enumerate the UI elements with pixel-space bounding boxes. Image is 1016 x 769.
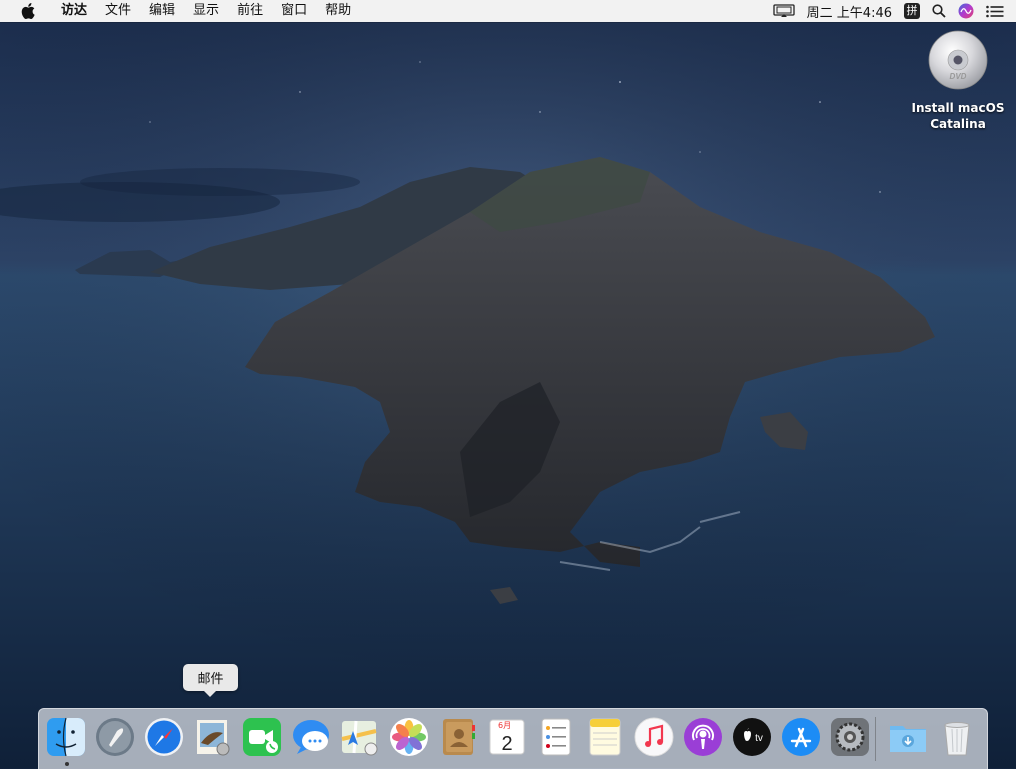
desktop-icon-install-macos[interactable]: DVD Install macOS Catalina [910,30,1006,132]
apple-logo-icon[interactable] [18,0,38,22]
finder-icon[interactable] [46,717,86,757]
menu-file[interactable]: 文件 [96,0,140,22]
messages-icon[interactable] [291,717,331,757]
system-preferences-icon[interactable] [830,717,870,757]
disc-label: DVD [950,72,967,81]
podcasts-icon[interactable] [683,717,723,757]
magnifier-icon[interactable] [932,4,946,18]
facetime-icon[interactable] [242,717,282,757]
desktop-icon-label: Install macOS Catalina [911,101,1005,131]
calendar-month: 6月 [498,721,511,730]
trash-icon[interactable] [937,717,977,757]
maps-icon[interactable] [340,717,380,757]
calendar-icon[interactable]: 6月 2 [487,717,527,757]
menu-finder[interactable]: 访达 [52,0,96,22]
apple-tv-icon[interactable]: tv [732,717,772,757]
photos-icon[interactable] [389,717,429,757]
catalina-wallpaper [0,22,1016,768]
input-method-badge[interactable]: 拼 [904,3,920,19]
music-icon[interactable] [634,717,674,757]
dock-tooltip: 邮件 [183,664,238,697]
contacts-icon[interactable] [438,717,478,757]
menu-edit[interactable]: 编辑 [140,0,184,22]
dvd-disc-icon: DVD [928,30,988,90]
siri-icon[interactable] [958,3,974,19]
tv-text: tv [755,733,763,744]
launchpad-icon[interactable] [95,717,135,757]
downloads-folder-icon[interactable] [888,717,928,757]
clock[interactable]: 周二 上午4:46 [807,2,892,21]
list-icon[interactable] [986,5,1004,18]
safari-icon[interactable] [144,717,184,757]
menu-window[interactable]: 窗口 [272,0,316,22]
app-store-icon[interactable] [781,717,821,757]
mail-icon[interactable] [193,717,233,757]
menu-go[interactable]: 前往 [228,0,272,22]
dock-separator [875,717,876,761]
notes-icon[interactable] [585,717,625,757]
display-icon[interactable] [773,4,795,18]
menu-help[interactable]: 帮助 [316,0,360,22]
calendar-day: 2 [501,733,512,755]
reminders-icon[interactable] [536,717,576,757]
menu-bar: 访达 文件 编辑 显示 前往 窗口 帮助 周二 上午4:46 拼 [0,0,1016,22]
running-indicator [65,762,69,766]
dock: 6月 2 tv [38,708,988,769]
menu-view[interactable]: 显示 [184,0,228,22]
